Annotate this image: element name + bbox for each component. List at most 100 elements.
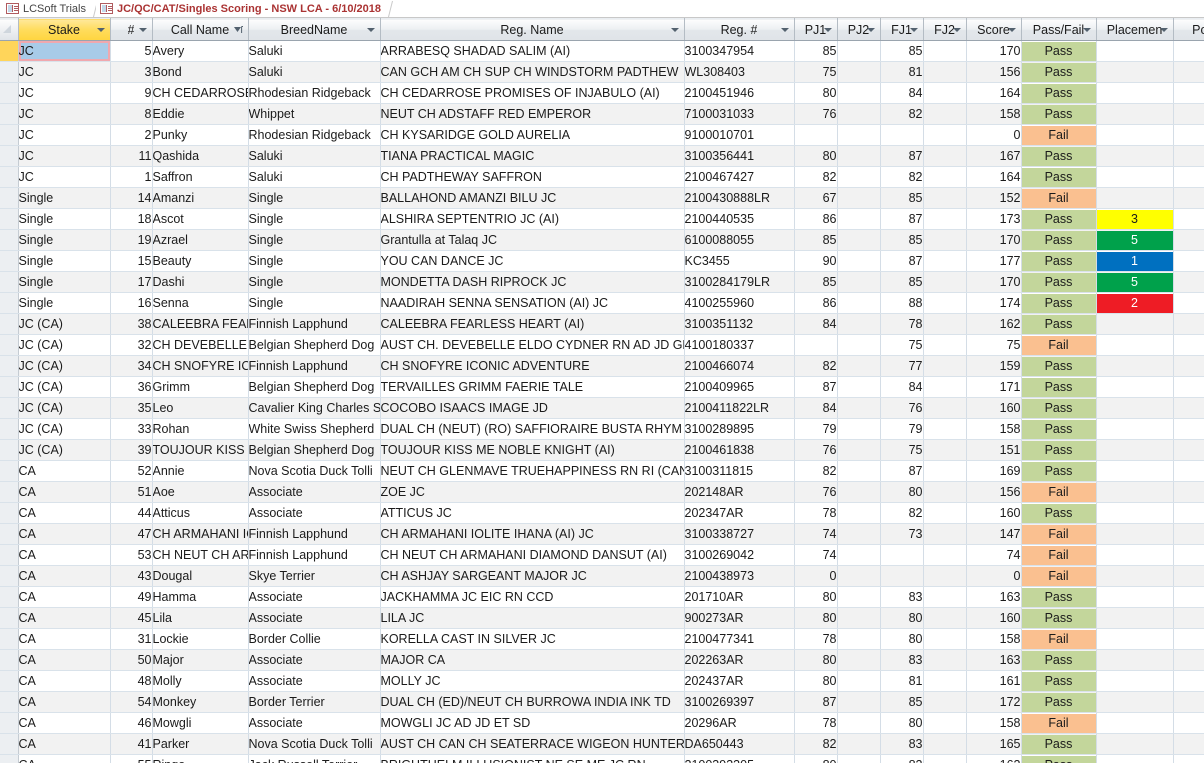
cell-fj1[interactable] (880, 544, 924, 566)
cell-pf[interactable]: Pass (1021, 607, 1097, 629)
table-row[interactable]: JC (CA) 33 Rohan White Swiss Shepherd DUAL C… (0, 418, 1204, 440)
cell-place[interactable] (1096, 586, 1174, 608)
cell-score[interactable]: 173 (966, 208, 1022, 230)
table-row[interactable]: CA 54 Monkey Border Terrier DUAL CH (ED)/NEU… (0, 691, 1204, 713)
cell-breed[interactable]: Finnish Lapphund (248, 544, 381, 566)
cell-call[interactable]: Aoe (152, 481, 249, 503)
table-row[interactable]: JC 3 Bond Saluki CAN GCH AM CH SUP CH WINDST… (0, 61, 1204, 83)
cell-regname[interactable]: TERVAILLES GRIMM FAERIE TALE (380, 376, 685, 398)
cell-place[interactable] (1096, 397, 1174, 419)
cell-pj2[interactable] (837, 544, 881, 566)
cell-place[interactable] (1096, 460, 1174, 482)
cell-call[interactable]: Dougal (152, 565, 249, 587)
cell-score[interactable]: 164 (966, 82, 1022, 104)
cell-fj1[interactable]: 85 (880, 187, 924, 209)
row-selector[interactable] (0, 670, 19, 692)
cell-num[interactable]: 47 (110, 523, 153, 545)
table-row[interactable]: CA 45 Lila Associate LILA JC 900273AR 80 80 160 P… (0, 607, 1204, 629)
cell-place[interactable]: 3 (1096, 208, 1174, 230)
column-header-pj2[interactable]: PJ2 (837, 18, 881, 41)
document-tab-bar[interactable]: LCSoft Trials JC/QC/CAT/Singles Scoring -… (0, 0, 1204, 18)
cell-pj2[interactable] (837, 40, 881, 62)
cell-score[interactable]: 156 (966, 481, 1022, 503)
cell-points[interactable] (1173, 313, 1204, 335)
cell-pj2[interactable] (837, 460, 881, 482)
cell-pj2[interactable] (837, 754, 881, 763)
cell-num[interactable]: 36 (110, 376, 153, 398)
cell-num[interactable]: 9 (110, 82, 153, 104)
cell-fj1[interactable]: 83 (880, 649, 924, 671)
cell-pj2[interactable] (837, 670, 881, 692)
cell-score[interactable]: 158 (966, 628, 1022, 650)
row-selector[interactable] (0, 355, 19, 377)
cell-points[interactable] (1173, 418, 1204, 440)
cell-breed[interactable]: Belgian Shepherd Dog (248, 334, 381, 356)
row-selector[interactable] (0, 313, 19, 335)
cell-regnum[interactable]: 2100467427 (684, 166, 795, 188)
cell-fj2[interactable] (923, 250, 967, 272)
cell-stake[interactable]: CA (18, 670, 111, 692)
cell-regname[interactable]: BALLAHOND AMANZI BILU JC (380, 187, 685, 209)
table-row[interactable]: JC 2 Punky Rhodesian Ridgeback CH KYSARIDGE … (0, 124, 1204, 146)
cell-pj2[interactable] (837, 355, 881, 377)
cell-breed[interactable]: Associate (248, 481, 381, 503)
cell-fj1[interactable]: 85 (880, 271, 924, 293)
cell-regnum[interactable]: 3100284179LR (684, 271, 795, 293)
cell-fj2[interactable] (923, 670, 967, 692)
table-row[interactable]: CA 46 Mowgli Associate MOWGLI JC AD JD ET SD… (0, 712, 1204, 734)
cell-place[interactable] (1096, 607, 1174, 629)
cell-breed[interactable]: Associate (248, 586, 381, 608)
cell-place[interactable] (1096, 103, 1174, 125)
cell-score[interactable]: 171 (966, 376, 1022, 398)
cell-breed[interactable]: Jack Russell Terrier (248, 754, 381, 763)
cell-pj1[interactable]: 79 (794, 418, 838, 440)
cell-regname[interactable]: CH KYSARIDGE GOLD AURELIA (380, 124, 685, 146)
row-selector[interactable] (0, 712, 19, 734)
cell-fj2[interactable] (923, 523, 967, 545)
cell-call[interactable]: Hamma (152, 586, 249, 608)
cell-pj1[interactable]: 80 (794, 649, 838, 671)
cell-fj1[interactable]: 82 (880, 502, 924, 524)
cell-call[interactable]: CH SNOFYRE ICO (152, 355, 249, 377)
cell-fj1[interactable]: 83 (880, 586, 924, 608)
cell-fj2[interactable] (923, 40, 967, 62)
cell-call[interactable]: Avery (152, 40, 249, 62)
cell-points[interactable]: 4 (1173, 208, 1204, 230)
table-row[interactable]: CA55RingoJack Russell TerrierBRIGHTHELM … (0, 754, 1204, 763)
cell-fj2[interactable] (923, 460, 967, 482)
row-selector[interactable] (0, 103, 19, 125)
cell-pf[interactable]: Pass (1021, 61, 1097, 83)
cell-pf[interactable]: Pass (1021, 418, 1097, 440)
cell-score[interactable]: 156 (966, 61, 1022, 83)
cell-regname[interactable]: COCOBO ISAACS IMAGE JD (380, 397, 685, 419)
document-tab-0[interactable]: LCSoft Trials (2, 0, 98, 17)
cell-points[interactable] (1173, 544, 1204, 566)
cell-pf[interactable]: Pass (1021, 82, 1097, 104)
cell-num[interactable]: 49 (110, 586, 153, 608)
cell-call[interactable]: Ringo (152, 754, 249, 763)
table-header[interactable]: Stake # Call Name BreedName Reg. Name Reg. # P… (0, 18, 1204, 41)
cell-points[interactable] (1173, 187, 1204, 209)
cell-pj2[interactable] (837, 103, 881, 125)
cell-num[interactable]: 19 (110, 229, 153, 251)
row-selector[interactable] (0, 691, 19, 713)
cell-score[interactable]: 170 (966, 229, 1022, 251)
cell-pf[interactable]: Pass (1021, 586, 1097, 608)
cell-num[interactable]: 32 (110, 334, 153, 356)
cell-breed[interactable]: Saluki (248, 166, 381, 188)
cell-call[interactable]: CH ARMAHANI IO (152, 523, 249, 545)
row-selector[interactable] (0, 187, 19, 209)
records-table[interactable]: Stake # Call Name BreedName Reg. Name Reg. # P… (0, 18, 1204, 763)
cell-stake[interactable]: CA (18, 733, 111, 755)
cell-fj2[interactable] (923, 376, 967, 398)
cell-breed[interactable]: Single (248, 208, 381, 230)
cell-call[interactable]: Senna (152, 292, 249, 314)
cell-regname[interactable]: TIANA PRACTICAL MAGIC (380, 145, 685, 167)
cell-stake[interactable]: CA (18, 565, 111, 587)
cell-pj1[interactable]: 80 (794, 607, 838, 629)
row-selector[interactable] (0, 61, 19, 83)
cell-points[interactable] (1173, 565, 1204, 587)
row-selector[interactable] (0, 565, 19, 587)
cell-num[interactable]: 11 (110, 145, 153, 167)
cell-pf[interactable]: Fail (1021, 124, 1097, 146)
